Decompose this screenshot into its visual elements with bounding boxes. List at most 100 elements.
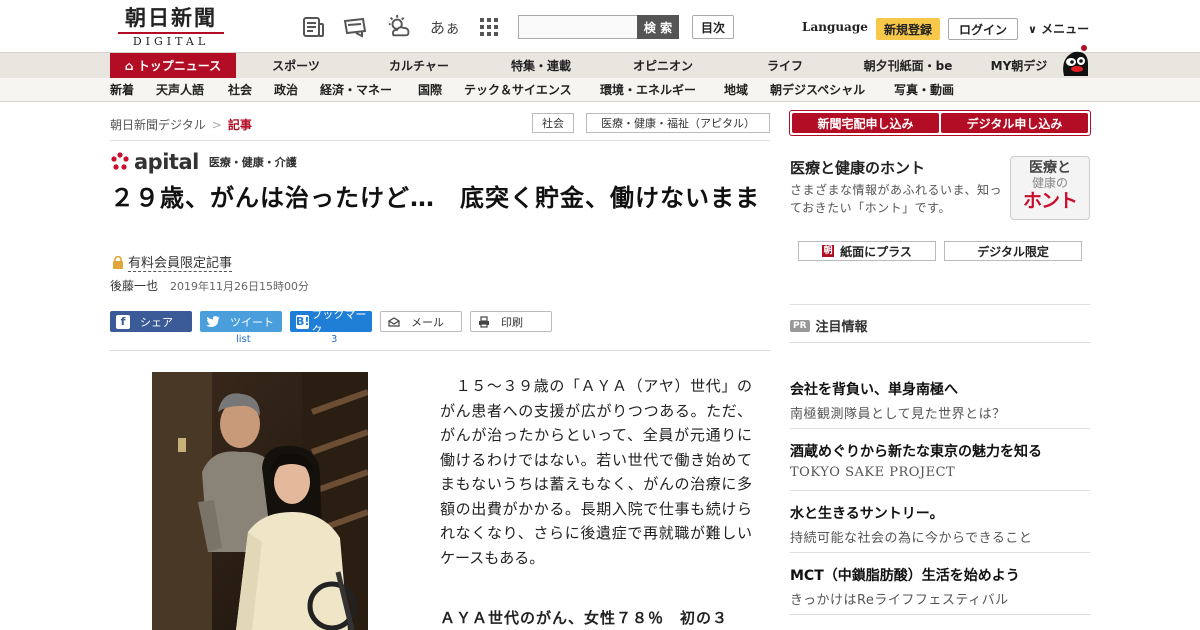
- breadcrumb-separator: >: [211, 118, 222, 132]
- font-size-icon[interactable]: あぁ: [430, 14, 460, 40]
- breadcrumb: 朝日新聞デジタル > 記事: [110, 116, 252, 133]
- pr-item-subtitle: 南極観測隊員として見た世界とは？: [790, 407, 1006, 422]
- twitter-share-button[interactable]: ツイート: [200, 311, 282, 332]
- grid-menu-icon[interactable]: [476, 14, 502, 40]
- nav-newspaper[interactable]: 朝夕刊紙面・be: [856, 53, 960, 79]
- divider: [110, 140, 770, 141]
- pr-section-header: PR 注目情報: [790, 316, 868, 335]
- tag-apital[interactable]: 医療・健康・福祉（アピタル）: [586, 113, 770, 133]
- author-name: 後藤一也: [110, 279, 159, 293]
- nav2-environment[interactable]: 環境・エネルギー: [600, 78, 696, 102]
- twitter-count[interactable]: list: [236, 334, 251, 345]
- menu-label: メニュー: [1041, 22, 1090, 36]
- search-button[interactable]: 検 索: [637, 15, 679, 39]
- pr-item-subtitle: 持続可能な社会の為に今からできること: [790, 531, 1033, 546]
- breadcrumb-home[interactable]: 朝日新聞デジタル: [110, 118, 206, 132]
- article-photo[interactable]: [152, 372, 368, 630]
- nav-label: トップニュース: [137, 59, 222, 73]
- nav2-politics[interactable]: 政治: [274, 78, 298, 102]
- hatena-bookmark-button[interactable]: B! ブックマーク: [290, 308, 372, 337]
- paid-article-badge[interactable]: 有料会員限定記事: [112, 252, 233, 272]
- nav2-international[interactable]: 国際: [418, 78, 442, 102]
- nav-sports[interactable]: スポーツ: [258, 53, 334, 79]
- hatena-icon: B!: [296, 314, 310, 329]
- register-button[interactable]: 新規登録: [876, 18, 940, 40]
- nav-features[interactable]: 特集・連載: [500, 53, 582, 79]
- pr-item-title[interactable]: 酒蔵めぐりから新たな東京の魅力を知る: [790, 441, 1042, 461]
- honto-logo-line3: ホント: [1022, 190, 1078, 212]
- nav-top-news[interactable]: ⌂ トップニュース: [110, 53, 236, 79]
- nav2-economy[interactable]: 経済・マネー: [320, 78, 392, 102]
- pr-item-subtitle: TOKYO SAKE PROJECT: [790, 465, 956, 480]
- honto-logo-line2: 健康の: [1031, 176, 1068, 190]
- divider: [790, 614, 1090, 615]
- index-button[interactable]: 目次: [692, 15, 734, 39]
- apital-subtitle: 医療・健康・介護: [208, 156, 297, 169]
- nav2-special[interactable]: 朝デジスペシャル: [770, 78, 865, 102]
- paper-plus-button[interactable]: 朝 紙面にプラス: [798, 241, 936, 261]
- font-size-label: あぁ: [430, 18, 461, 37]
- article-body: １５～３９歳の「ＡＹＡ（アヤ）世代」のがん患者への支援が広がりつつある。ただ、が…: [440, 377, 752, 567]
- pr-item-title[interactable]: 会社を背負い、単身南極へ: [790, 379, 958, 399]
- apital-brand[interactable]: apital 医療・健康・介護: [110, 150, 297, 174]
- divider: [790, 304, 1090, 305]
- site-logo[interactable]: 朝日新聞 DIGITAL: [112, 6, 230, 48]
- login-button[interactable]: ログイン: [948, 18, 1018, 40]
- print-button[interactable]: 印刷: [470, 311, 552, 332]
- share-label: シェア: [140, 315, 173, 329]
- subscription-box: 新聞宅配申し込み デジタル申し込み: [789, 110, 1091, 136]
- nav2-latest[interactable]: 新着: [110, 78, 134, 102]
- mail-share-button[interactable]: メール: [380, 311, 462, 332]
- paper-plus-label: 紙面にプラス: [840, 244, 912, 259]
- divider: [790, 490, 1090, 491]
- weather-icon[interactable]: [386, 14, 412, 40]
- nav2-tensei[interactable]: 天声人語: [156, 78, 204, 102]
- divider: [790, 428, 1090, 429]
- language-link[interactable]: Language: [802, 20, 868, 34]
- nav-my-asahi[interactable]: MY朝デジ: [982, 53, 1056, 79]
- mail-icon: [387, 315, 401, 329]
- pr-item-subtitle: きっかけはReライフフェスティバル: [790, 593, 1009, 608]
- honto-banner[interactable]: 医療と 健康の ホント: [1010, 156, 1090, 220]
- byline: 後藤一也 2019年11月26日15時00分: [110, 277, 309, 294]
- divider: [790, 552, 1090, 553]
- pr-item-title[interactable]: MCT（中鎖脂肪酸）生活を始めよう: [790, 565, 1020, 585]
- nav-life[interactable]: ライフ: [748, 53, 822, 79]
- digital-only-button[interactable]: デジタル限定: [944, 241, 1082, 261]
- share-label: 印刷: [501, 315, 523, 329]
- tag-society[interactable]: 社会: [532, 113, 574, 133]
- article-subheading[interactable]: ＡＹＡ世代のがん、女性７８％ 初の３: [440, 607, 728, 628]
- menu-button[interactable]: ∨ メニュー: [1028, 20, 1089, 37]
- logo-subtext: DIGITAL: [118, 32, 224, 48]
- pr-item-title[interactable]: 水と生きるサントリー。: [790, 503, 944, 523]
- primary-nav: ⌂ トップニュース スポーツ カルチャー 特集・連載 オピニオン ライフ 朝夕刊…: [0, 52, 1200, 79]
- paper-subscribe-button[interactable]: 新聞宅配申し込み: [792, 113, 939, 133]
- nav2-region[interactable]: 地域: [724, 78, 748, 102]
- share-label: ツイート: [230, 315, 274, 329]
- secondary-nav: 新着 天声人語 社会 政治 経済・マネー 国際 テック＆サイエンス 環境・エネル…: [0, 78, 1200, 102]
- nav2-society[interactable]: 社会: [228, 78, 252, 102]
- nav2-photo-video[interactable]: 写真・動画: [894, 78, 954, 102]
- nav2-tech[interactable]: テック＆サイエンス: [464, 78, 572, 102]
- search-input[interactable]: [518, 15, 638, 39]
- honto-logo-line1: 医療と: [1029, 160, 1071, 176]
- nav-opinion[interactable]: オピニオン: [622, 53, 704, 79]
- newspaper-icon[interactable]: [301, 14, 327, 40]
- lock-icon: [113, 255, 123, 269]
- facebook-share-button[interactable]: f シェア: [110, 311, 192, 332]
- hatena-count[interactable]: 3: [331, 334, 337, 345]
- breadcrumb-current: 記事: [227, 118, 252, 132]
- article-title: ２９歳、がんは治ったけど… 底突く貯金、働けないまま: [110, 184, 760, 212]
- share-label: メール: [411, 315, 444, 329]
- print-icon: [477, 315, 491, 329]
- nav-culture[interactable]: カルチャー: [378, 53, 460, 79]
- digital-subscribe-button[interactable]: デジタル申し込み: [941, 113, 1088, 133]
- mascot-icon: [1063, 45, 1088, 76]
- twitter-icon: [206, 315, 220, 329]
- chevron-down-icon: ∨: [1028, 23, 1037, 36]
- pr-badge: PR: [790, 319, 810, 332]
- publish-date: 2019年11月26日15時00分: [170, 280, 309, 293]
- honto-title[interactable]: 医療と健康のホント: [790, 157, 925, 178]
- facebook-icon: f: [116, 314, 130, 329]
- coupon-icon[interactable]: [342, 14, 368, 40]
